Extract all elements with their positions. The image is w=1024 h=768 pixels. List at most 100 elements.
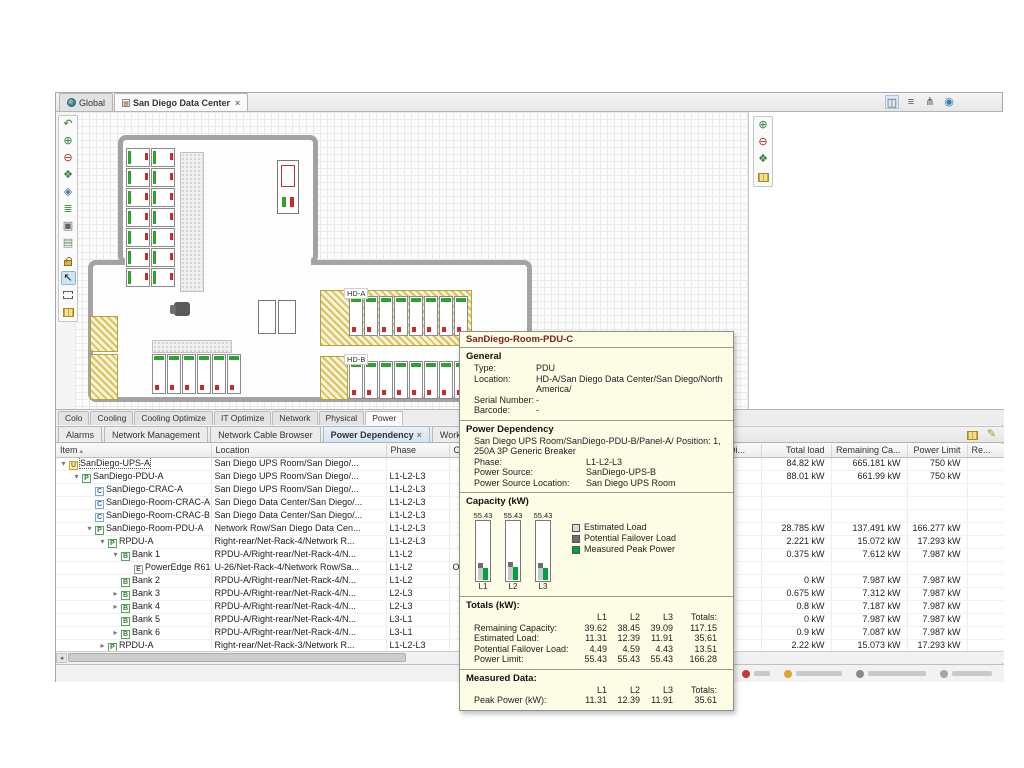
layer-tab-power[interactable]: Power — [365, 411, 403, 425]
table-icon[interactable] — [965, 428, 980, 442]
marquee-icon[interactable] — [61, 288, 76, 302]
rack-unit[interactable] — [167, 354, 181, 394]
undo-icon[interactable]: ↶ — [61, 118, 76, 132]
image-icon[interactable]: ▤ — [61, 237, 76, 251]
warning-alarm-icon[interactable] — [784, 670, 842, 678]
rack-unit[interactable] — [126, 228, 150, 247]
scrollbar-thumb[interactable] — [68, 653, 406, 662]
editor-tab-global[interactable]: Global — [59, 93, 113, 111]
rack-row-network[interactable] — [126, 148, 175, 287]
zoom-out-icon[interactable]: ⊖ — [61, 152, 76, 166]
tree-expand-icon[interactable]: ▾ — [111, 549, 120, 560]
rack-unit[interactable] — [379, 296, 393, 336]
rack-unit[interactable] — [151, 148, 175, 167]
layer-tab-cooling-optimize[interactable]: Cooling Optimize — [134, 411, 213, 425]
grid-icon[interactable] — [756, 170, 771, 184]
tree-expand-icon[interactable]: ▾ — [98, 536, 107, 547]
rack-unit[interactable] — [394, 296, 408, 336]
tree-expand-icon[interactable]: ▸ — [111, 601, 120, 612]
column-header-phase[interactable]: Phase — [386, 444, 449, 457]
rack-unit[interactable] — [409, 296, 423, 336]
rack-unit[interactable] — [409, 361, 423, 399]
rack-unit[interactable] — [454, 296, 468, 336]
rack-unit[interactable] — [439, 296, 453, 336]
rack-unit[interactable] — [126, 208, 150, 227]
list-icon[interactable]: ≣ — [61, 203, 76, 217]
crac-unit-b[interactable] — [278, 300, 296, 334]
layer-tab-cooling[interactable]: Cooling — [90, 411, 133, 425]
zoom-in-icon[interactable]: ⊕ — [61, 135, 76, 149]
layer-tab-network[interactable]: Network — [272, 411, 317, 425]
rack-unit[interactable] — [126, 168, 150, 187]
rack-unit[interactable] — [126, 188, 150, 207]
rack-unit[interactable] — [126, 148, 150, 167]
rack-unit[interactable] — [227, 354, 241, 394]
panel-tab-power-dependency[interactable]: Power Dependency× — [323, 426, 430, 442]
desk-chair[interactable] — [174, 302, 190, 316]
edit-icon[interactable]: ✎ — [984, 428, 999, 442]
rack-unit[interactable] — [364, 361, 378, 399]
rack-unit[interactable] — [439, 361, 453, 399]
rack-row-hd-b[interactable] — [349, 361, 468, 399]
rack-row-bottom[interactable] — [152, 354, 241, 394]
tree-expand-icon[interactable]: ▸ — [111, 588, 120, 599]
rack-unit[interactable] — [151, 228, 175, 247]
critical-alarm-icon[interactable] — [742, 670, 770, 678]
layer-tab-it-optimize[interactable]: IT Optimize — [214, 411, 271, 425]
panel-tab-network-cable-browser[interactable]: Network Cable Browser — [210, 426, 321, 442]
crac-unit-a[interactable] — [258, 300, 276, 334]
layer-tab-physical[interactable]: Physical — [319, 411, 365, 425]
menu-icon[interactable]: ≡ — [904, 95, 918, 109]
globe-icon[interactable]: ◉ — [942, 95, 956, 109]
rack-unit[interactable] — [151, 268, 175, 287]
rack-unit[interactable] — [212, 354, 226, 394]
rack-unit[interactable] — [182, 354, 196, 394]
split-view-icon[interactable]: ◫ — [885, 95, 899, 109]
select-cursor-icon[interactable]: ↖ — [61, 271, 76, 285]
hierarchy-icon[interactable]: ⋔ — [923, 95, 937, 109]
rack-unit[interactable] — [349, 361, 363, 399]
fit-view-icon[interactable]: ❖ — [61, 169, 76, 183]
rack-unit[interactable] — [379, 361, 393, 399]
tree-expand-icon[interactable]: ▸ — [111, 627, 120, 638]
rack-unit[interactable] — [152, 354, 166, 394]
close-icon[interactable]: × — [235, 98, 240, 108]
panel-tab-alarms[interactable]: Alarms — [58, 426, 102, 442]
tree-expand-icon[interactable]: ▸ — [98, 640, 107, 651]
tree-expand-icon[interactable]: ▾ — [59, 458, 68, 469]
panel-tab-network-management[interactable]: Network Management — [104, 426, 208, 442]
layer-tab-colo[interactable]: Colo — [58, 411, 89, 425]
rack-unit[interactable] — [424, 361, 438, 399]
power-cabinet[interactable] — [277, 160, 299, 214]
close-icon[interactable]: × — [417, 430, 422, 440]
lock-icon[interactable] — [61, 254, 76, 268]
column-header-re[interactable]: Re... — [967, 444, 1004, 457]
rack-unit[interactable] — [364, 296, 378, 336]
rack-unit[interactable] — [126, 248, 150, 267]
rack-unit[interactable] — [151, 208, 175, 227]
rotate-icon[interactable]: ◈ — [61, 186, 76, 200]
rack-unit[interactable] — [151, 248, 175, 267]
column-header-power-limit[interactable]: Power Limit — [907, 444, 967, 457]
fit-view-icon[interactable]: ❖ — [756, 153, 771, 167]
rack-unit[interactable] — [394, 361, 408, 399]
rack-unit[interactable] — [349, 296, 363, 336]
column-header-total-load[interactable]: Total load — [761, 444, 831, 457]
column-header-location[interactable]: Location — [211, 444, 386, 457]
rack-unit[interactable] — [151, 168, 175, 187]
rack-row-hd-a[interactable] — [349, 296, 468, 336]
tree-expand-icon[interactable]: ▾ — [85, 523, 94, 534]
column-header-remaining-ca[interactable]: Remaining Ca... — [831, 444, 907, 457]
tree-expand-icon[interactable]: ▾ — [72, 471, 81, 482]
scroll-left-button[interactable]: ◂ — [56, 653, 67, 663]
rack-unit[interactable] — [197, 354, 211, 394]
zoom-out-icon[interactable]: ⊖ — [756, 136, 771, 150]
editor-tab-san-diego-data-center[interactable]: ▦San Diego Data Center× — [114, 93, 248, 111]
layers-icon[interactable]: ▣ — [61, 220, 76, 234]
grid-icon[interactable] — [61, 305, 76, 319]
zoom-in-icon[interactable]: ⊕ — [756, 119, 771, 133]
rack-unit[interactable] — [126, 268, 150, 287]
column-header-item[interactable]: Item▴ — [56, 444, 211, 457]
rack-unit[interactable] — [151, 188, 175, 207]
rack-unit[interactable] — [424, 296, 438, 336]
